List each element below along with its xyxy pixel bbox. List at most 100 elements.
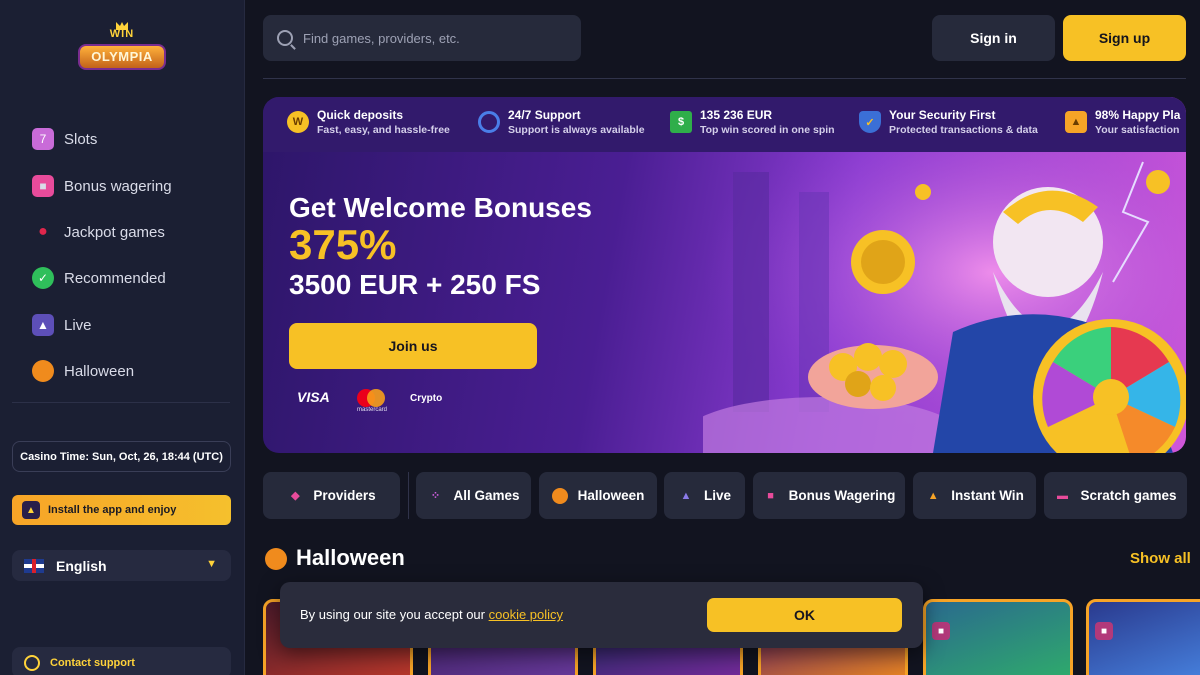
feature-title: 135 236 EUR [700, 108, 773, 122]
category-label: Instant Win [951, 488, 1024, 503]
check-badge-icon: ✓ [32, 267, 54, 289]
pumpkin-icon [32, 360, 54, 382]
category-live[interactable]: ▲ Live [664, 472, 745, 519]
category-label: Live [703, 488, 731, 503]
headset-icon [24, 654, 40, 671]
sidebar-item-halloween[interactable]: Halloween [32, 356, 134, 386]
grid-icon: ⁘ [430, 490, 441, 502]
install-app-label: Install the app and enjoy [48, 504, 177, 516]
sidebar-item-label: Bonus wagering [64, 177, 172, 195]
sidebar-item-label: Live [64, 316, 92, 334]
category-all-games[interactable]: ⁘ All Games [416, 472, 531, 519]
feature-quick-deposits: W Quick deposits Fast, easy, and hassle-… [287, 107, 450, 137]
language-label: English [56, 557, 107, 574]
chevron-down-icon: ▼ [206, 558, 217, 570]
category-label: Halloween [577, 488, 645, 503]
game-tile[interactable]: ■ [923, 599, 1073, 675]
cherry-icon: ● [38, 223, 48, 240]
category-label: Providers [313, 488, 376, 503]
ticket-icon: ▬ [1056, 489, 1068, 502]
headset-icon [478, 111, 500, 133]
sign-up-button[interactable]: Sign up [1063, 15, 1186, 61]
dealer-icon: ▲ [680, 489, 692, 502]
gift-icon: ■ [932, 622, 950, 640]
search-bar[interactable] [263, 15, 581, 61]
sidebar-divider [12, 402, 230, 403]
sign-in-button[interactable]: Sign in [932, 15, 1055, 61]
feature-security: ✓ Your Security First Protected transact… [859, 107, 1038, 137]
sidebar-item-label: Jackpot games [64, 223, 165, 241]
mastercard-logo: mastercard [357, 389, 387, 413]
logo[interactable]: WIN OLYMPIA [78, 22, 166, 76]
pumpkin-icon [265, 548, 287, 570]
zeus-artwork [703, 152, 1186, 453]
category-bonus-wagering[interactable]: ■ Bonus Wagering [753, 472, 905, 519]
feature-subtitle: Protected transactions & data [889, 124, 1038, 136]
feature-subtitle: Support is always available [508, 124, 645, 136]
shield-icon: ✓ [859, 111, 881, 133]
logo-main-text: OLYMPIA [78, 44, 166, 70]
uk-flag-icon [24, 558, 44, 573]
category-halloween[interactable]: Halloween [539, 472, 657, 519]
sidebar-item-recommended[interactable]: ✓ Recommended [32, 263, 166, 293]
section-title: Halloween [296, 545, 405, 570]
thumbs-up-icon: ▲ [1065, 111, 1087, 133]
pumpkin-icon [551, 487, 568, 504]
feature-subtitle: Fast, easy, and hassle-free [317, 124, 450, 136]
cash-icon: $ [670, 111, 692, 133]
category-label: All Games [453, 488, 520, 503]
category-providers[interactable]: ◆ Providers [263, 472, 400, 519]
providers-icon: ◆ [291, 490, 300, 502]
category-scratch-games[interactable]: ▬ Scratch games [1044, 472, 1187, 519]
sidebar-item-label: Halloween [64, 362, 135, 380]
sidebar-item-jackpot-games[interactable]: ● Jackpot games [32, 217, 165, 247]
category-label: Bonus Wagering [788, 488, 896, 503]
feature-happy-players: ▲ 98% Happy Pla Your satisfaction [1065, 107, 1180, 137]
banner-amount: 3500 EUR + 250 FS [289, 269, 541, 300]
sidebar-item-label: Slots [64, 130, 98, 148]
feature-strip: W Quick deposits Fast, easy, and hassle-… [263, 97, 1186, 152]
category-instant-win[interactable]: ▲ Instant Win [913, 472, 1036, 519]
install-app-button[interactable]: ▲ Install the app and enjoy [12, 495, 231, 525]
join-us-button[interactable]: Join us [289, 323, 537, 369]
logo-top-text: WIN [109, 28, 135, 40]
feature-title: Your Security First [889, 108, 996, 122]
header-divider [263, 78, 1186, 79]
language-selector[interactable]: English ▼ [12, 550, 231, 581]
gift-icon: ■ [767, 489, 774, 502]
visa-logo: VISA [297, 389, 330, 405]
crypto-label: Crypto [410, 393, 443, 404]
casino-time: Casino Time: Sun, Oct, 26, 18:44 (UTC) [12, 441, 231, 472]
feature-title: 24/7 Support [508, 108, 581, 122]
banner-percent: 375% [289, 221, 397, 268]
game-tile[interactable]: ■ [1086, 599, 1200, 675]
sidebar-item-live[interactable]: ▲ Live [32, 310, 92, 340]
category-separator [408, 472, 409, 519]
gift-icon: ■ [1095, 622, 1113, 640]
category-label: Scratch games [1080, 488, 1177, 503]
contact-support-label: Contact support [50, 656, 135, 669]
slot-machine-icon: 7 [32, 128, 54, 150]
feature-subtitle: Top win scored in one spin [700, 124, 835, 136]
sidebar: WIN OLYMPIA 7 Slots ■ Bonus wagering ● J… [0, 0, 245, 675]
banner-title: Get Welcome Bonuses [289, 192, 592, 223]
search-icon [277, 30, 293, 46]
coin-icon: W [287, 111, 309, 133]
cookie-text: By using our site you accept our cookie … [300, 607, 563, 622]
sidebar-item-slots[interactable]: 7 Slots [32, 124, 97, 154]
rocket-icon: ▲ [927, 489, 939, 502]
dealer-icon: ▲ [32, 314, 54, 336]
feature-top-win: $ 135 236 EUR Top win scored in one spin [670, 107, 835, 137]
show-all-link[interactable]: Show all [1130, 550, 1191, 567]
search-input[interactable] [303, 30, 563, 46]
feature-support: 24/7 Support Support is always available [478, 107, 645, 137]
feature-title: Quick deposits [317, 108, 404, 122]
cookie-message: By using our site you accept our [300, 607, 489, 622]
cookie-ok-button[interactable]: OK [707, 598, 902, 632]
cookie-banner: By using our site you accept our cookie … [280, 582, 923, 648]
feature-subtitle: Your satisfaction [1095, 124, 1180, 136]
sidebar-item-bonus-wagering[interactable]: ■ Bonus wagering [32, 171, 172, 201]
contact-support-button[interactable]: Contact support [12, 647, 231, 675]
mastercard-caption: mastercard [357, 407, 388, 413]
cookie-policy-link[interactable]: cookie policy [489, 607, 563, 622]
